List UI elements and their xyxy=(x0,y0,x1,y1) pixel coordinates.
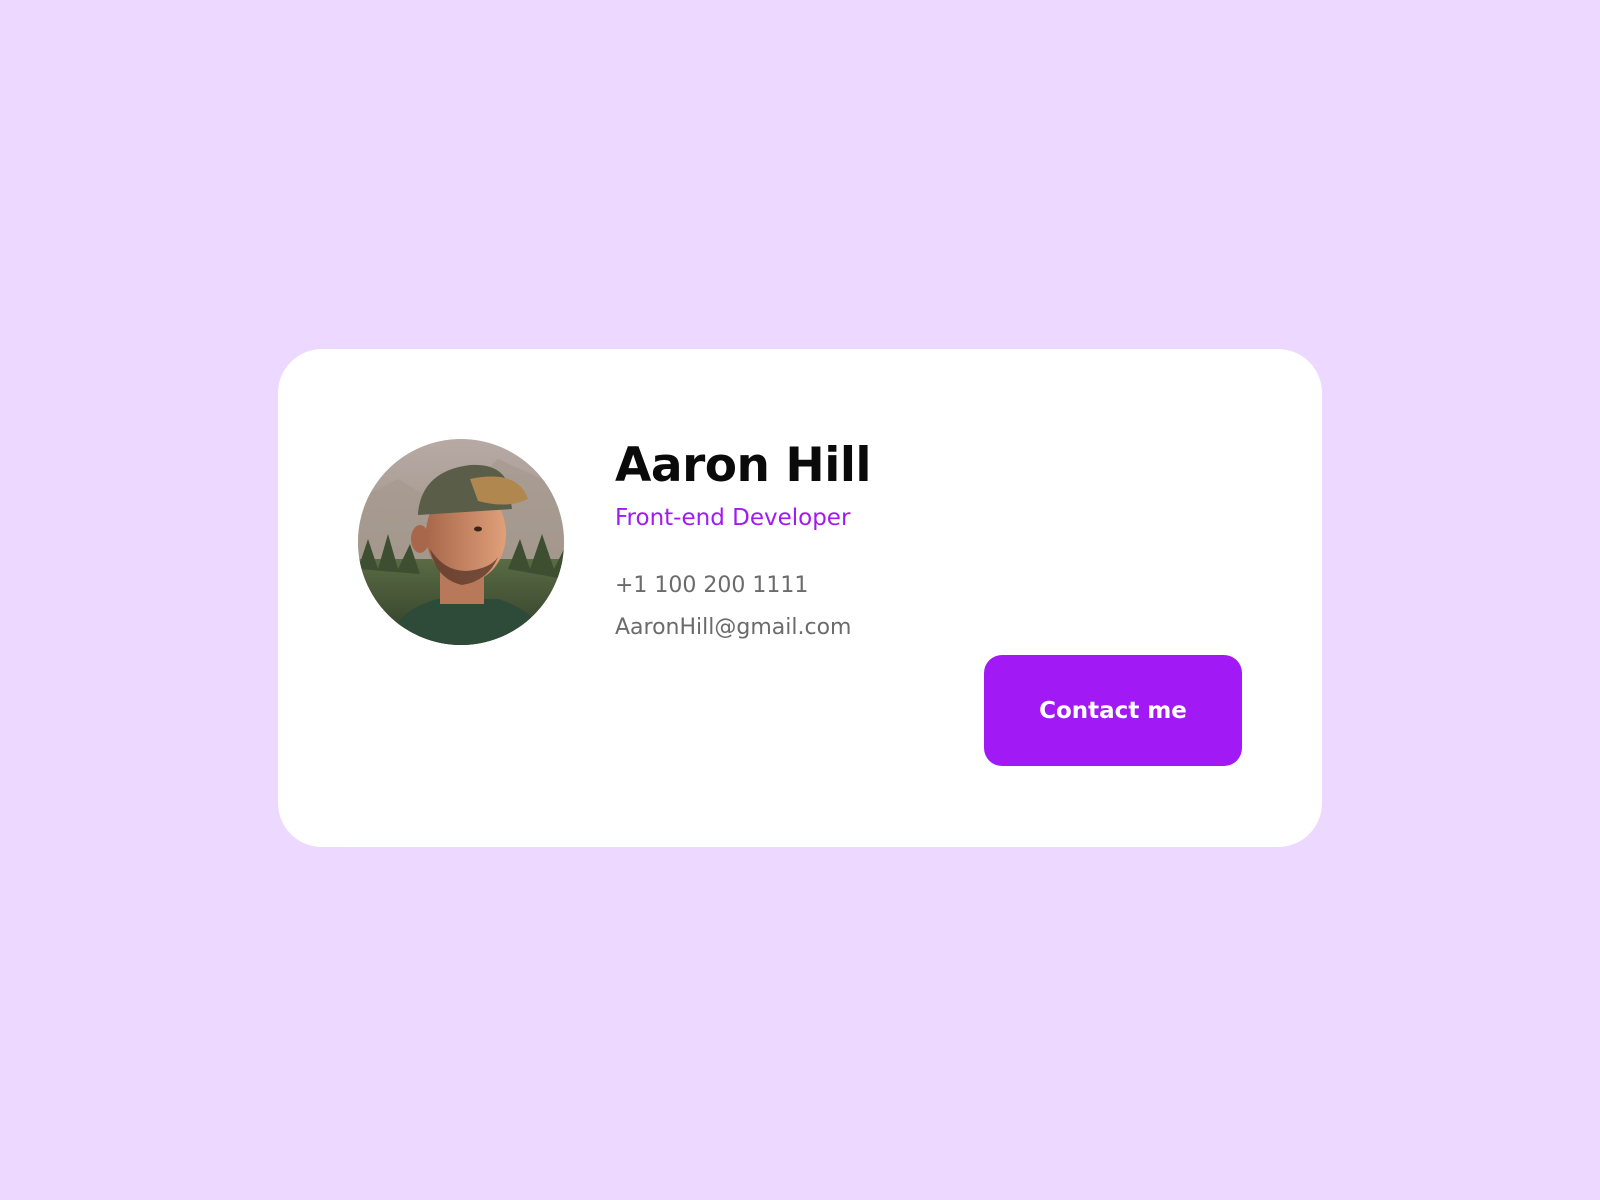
profile-photo xyxy=(358,439,564,645)
profile-role: Front-end Developer xyxy=(615,505,851,531)
profile-card: Aaron Hill Front-end Developer +1 100 20… xyxy=(278,349,1322,847)
profile-info: Aaron Hill Front-end Developer +1 100 20… xyxy=(615,431,872,645)
profile-phone: +1 100 200 1111 xyxy=(615,573,809,598)
profile-email: AaronHill@gmail.com xyxy=(615,615,852,640)
avatar xyxy=(358,439,564,645)
profile-name: Aaron Hill xyxy=(615,438,872,493)
contact-me-button[interactable]: Contact me xyxy=(984,655,1242,766)
